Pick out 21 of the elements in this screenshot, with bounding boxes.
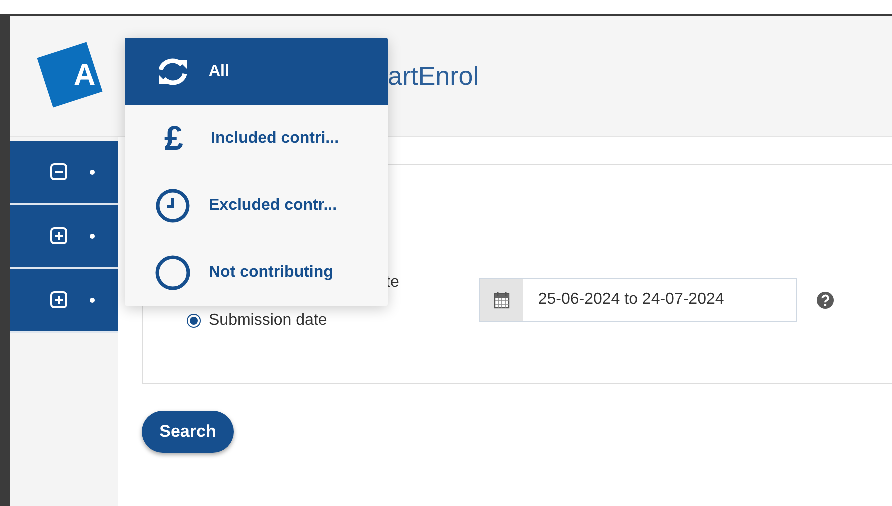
search-button[interactable]: Search [142, 411, 234, 453]
dot-icon [90, 234, 95, 238]
sidebar-item[interactable] [10, 205, 118, 269]
date-range-field[interactable]: 25-06-2024 to 24-07-2024 [479, 278, 798, 322]
pound-icon: £ [155, 122, 193, 156]
radio-button[interactable] [187, 314, 201, 328]
sidebar-item[interactable] [10, 141, 118, 205]
calendar-icon [494, 291, 510, 309]
radio-label: Submission date [209, 312, 328, 330]
dot-icon [90, 170, 95, 174]
clock-icon [155, 188, 191, 224]
menu-item[interactable]: All [125, 38, 388, 105]
menu-item[interactable]: Excluded contr... [125, 172, 388, 239]
app-title: artEnrol [388, 60, 480, 92]
radio-dot [190, 317, 198, 325]
menu-item[interactable]: £ Included contri... [125, 105, 388, 172]
circle-icon [155, 254, 191, 290]
menu-item[interactable]: Not contributing [125, 239, 388, 306]
sidebar-item[interactable] [10, 269, 118, 333]
help-icon[interactable] [817, 292, 834, 308]
dot-icon [90, 298, 95, 302]
